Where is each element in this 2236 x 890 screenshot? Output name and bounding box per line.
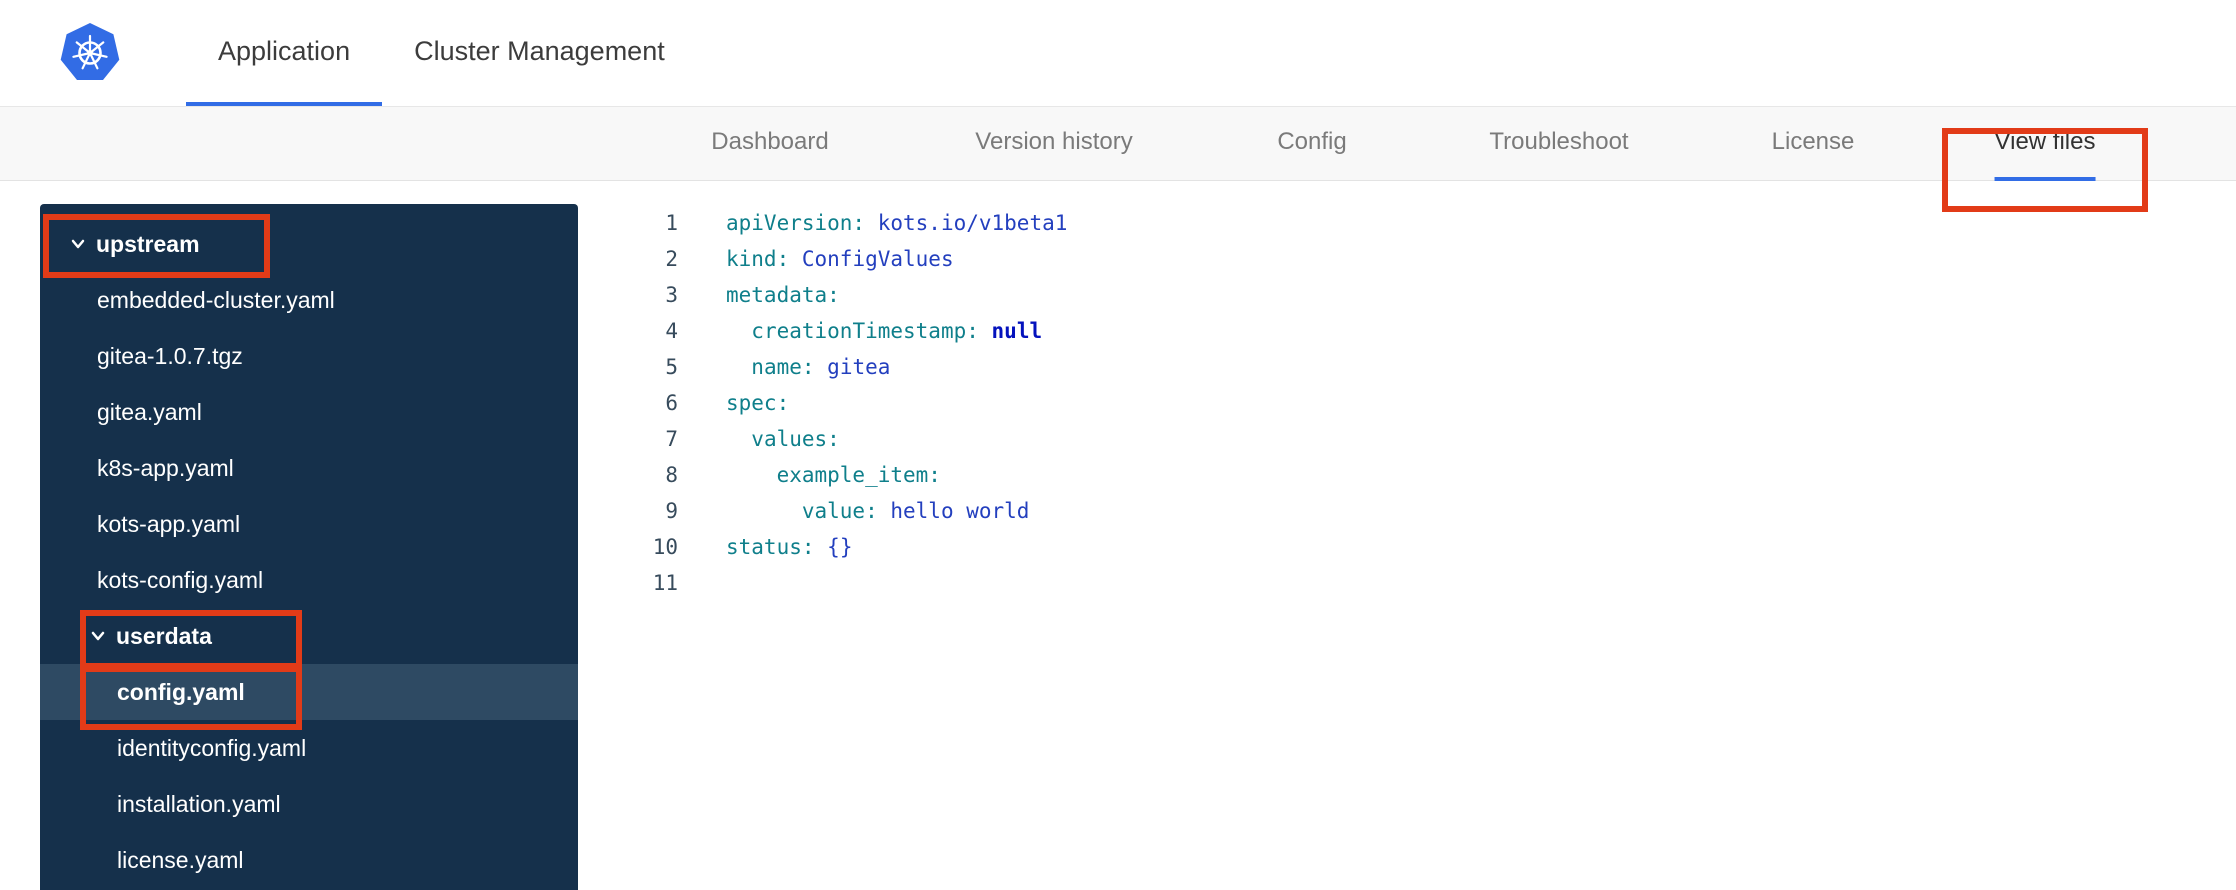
subnav-troubleshoot[interactable]: Troubleshoot	[1489, 107, 1628, 181]
tab-cluster-management-label: Cluster Management	[414, 35, 665, 66]
tab-cluster-management[interactable]: Cluster Management	[382, 0, 697, 106]
line-number: 6	[665, 391, 678, 415]
code-line: status: {}	[726, 535, 853, 559]
tab-application[interactable]: Application	[186, 0, 383, 106]
code-line: spec:	[726, 391, 790, 415]
subnav-dashboard[interactable]: Dashboard	[711, 107, 828, 181]
chevron-down-icon	[68, 234, 88, 254]
subnav-view-files[interactable]: View files	[1994, 107, 2096, 181]
tree-item-label: installation.yaml	[117, 790, 281, 817]
code-line: value: hello world	[801, 499, 1030, 523]
header-tabs: Application Cluster Management	[186, 0, 697, 106]
tree-file-gitea-1-0-7-tgz[interactable]: gitea-1.0.7.tgz	[40, 328, 578, 384]
line-number-gutter: 1 2 3 4 5 6 7 8 9 10 11	[578, 205, 678, 890]
kubernetes-logo-icon[interactable]	[58, 21, 122, 85]
line-number: 2	[665, 247, 678, 271]
tree-item-label: embedded-cluster.yaml	[97, 286, 335, 313]
app-subnav: Dashboard Version history Config Trouble…	[0, 107, 2236, 181]
code-line: metadata:	[726, 283, 840, 307]
tree-file-kots-app-yaml[interactable]: kots-app.yaml	[40, 496, 578, 552]
file-tree-sidebar: upstream embedded-cluster.yaml gitea-1.0.7…	[40, 204, 578, 890]
code-line: name: gitea	[751, 355, 891, 379]
tree-item-label: gitea-1.0.7.tgz	[97, 342, 243, 369]
tree-item-label: kots-app.yaml	[97, 510, 241, 537]
tree-file-gitea-yaml[interactable]: gitea.yaml	[40, 384, 578, 440]
tree-item-label: userdata	[116, 622, 212, 649]
line-number: 4	[665, 319, 678, 343]
tree-item-label: upstream	[96, 230, 200, 257]
tree-file-license-yaml[interactable]: license.yaml	[40, 832, 578, 888]
tree-file-kots-config-yaml[interactable]: kots-config.yaml	[40, 552, 578, 608]
tree-folder-upstream[interactable]: upstream	[40, 216, 578, 272]
tab-application-label: Application	[218, 35, 351, 66]
tree-file-installation-yaml[interactable]: installation.yaml	[40, 776, 578, 832]
code-line: values:	[751, 427, 840, 451]
subnav-config[interactable]: Config	[1277, 107, 1346, 181]
tree-item-label: identityconfig.yaml	[117, 734, 307, 761]
line-number: 5	[665, 355, 678, 379]
code-editor[interactable]: 1 2 3 4 5 6 7 8 9 10 11 apiVersion: kots.io/v1beta…	[578, 181, 2236, 890]
file-tree: upstream embedded-cluster.yaml gitea-1.0.7…	[40, 216, 578, 888]
tree-item-label: kots-config.yaml	[97, 566, 264, 593]
line-number: 10	[652, 535, 678, 559]
subnav-version-history[interactable]: Version history	[975, 107, 1132, 181]
code-line: example_item:	[776, 463, 941, 487]
line-number: 1	[665, 211, 678, 235]
tree-folder-userdata[interactable]: userdata	[40, 608, 578, 664]
tree-file-identityconfig-yaml[interactable]: identityconfig.yaml	[40, 720, 578, 776]
subnav-license[interactable]: License	[1772, 107, 1855, 181]
chevron-down-icon	[88, 626, 108, 646]
line-number: 9	[665, 499, 678, 523]
line-number: 8	[665, 463, 678, 487]
code-line: creationTimestamp: null	[751, 319, 1043, 343]
tree-file-k8s-app-yaml[interactable]: k8s-app.yaml	[40, 440, 578, 496]
tree-file-config-yaml[interactable]: config.yaml	[40, 664, 578, 720]
line-number: 7	[665, 427, 678, 451]
tree-item-label: config.yaml	[117, 678, 245, 705]
tree-item-label: k8s-app.yaml	[97, 454, 234, 481]
line-number: 3	[665, 283, 678, 307]
top-header: Application Cluster Management	[0, 0, 2236, 107]
code-line: apiVersion: kots.io/v1beta1	[726, 211, 1068, 235]
tree-item-label: gitea.yaml	[97, 398, 202, 425]
line-number: 11	[652, 571, 678, 595]
code-line: kind: ConfigValues	[726, 247, 954, 271]
code-content: apiVersion: kots.io/v1beta1 kind: ConfigV…	[726, 205, 1067, 890]
tree-item-label: license.yaml	[117, 846, 244, 873]
tree-file-embedded-cluster-yaml[interactable]: embedded-cluster.yaml	[40, 272, 578, 328]
kots-admin-console: Application Cluster Management Dashboard…	[0, 0, 2236, 890]
